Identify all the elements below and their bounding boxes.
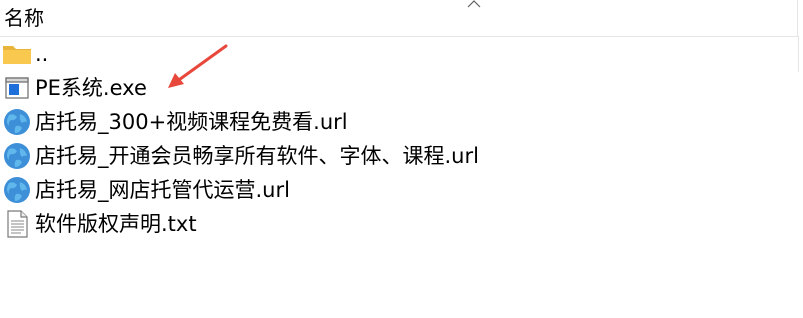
column-guide-line: [798, 36, 799, 72]
list-item-txt[interactable]: 软件版权声明.txt: [0, 207, 798, 241]
globe-url-icon: [4, 109, 30, 135]
file-name: 店托易_300+视频课程免费看.url: [35, 110, 348, 134]
file-name: PE系统.exe: [35, 76, 147, 100]
folder-icon: [3, 46, 31, 64]
application-exe-icon: [5, 77, 29, 99]
list-item-parent-folder[interactable]: ..: [0, 37, 798, 71]
list-item-url[interactable]: 店托易_网店托管代运营.url: [0, 173, 798, 207]
globe-url-icon: [4, 177, 30, 203]
globe-url-icon: [4, 143, 30, 169]
chevron-up-icon[interactable]: [466, 0, 482, 9]
text-document-icon: [7, 210, 28, 238]
name-column-header[interactable]: 名称: [4, 4, 44, 32]
list-item-url[interactable]: 店托易_开通会员畅享所有软件、字体、课程.url: [0, 139, 798, 173]
file-name: 店托易_开通会员畅享所有软件、字体、课程.url: [35, 144, 479, 168]
file-explorer-pane: 名称 .. PE系统.exe 店托易_300+视频课程免费看.url 店托易_开…: [0, 0, 803, 318]
list-item-url[interactable]: 店托易_300+视频课程免费看.url: [0, 105, 798, 139]
column-header: 名称: [0, 0, 798, 37]
file-name: ..: [35, 42, 49, 66]
column-divider[interactable]: [797, 0, 798, 36]
list-item-exe[interactable]: PE系统.exe: [0, 71, 798, 105]
file-list: .. PE系统.exe 店托易_300+视频课程免费看.url 店托易_开通会员…: [0, 37, 798, 241]
file-name: 店托易_网店托管代运营.url: [35, 178, 290, 202]
file-name: 软件版权声明.txt: [35, 212, 197, 236]
